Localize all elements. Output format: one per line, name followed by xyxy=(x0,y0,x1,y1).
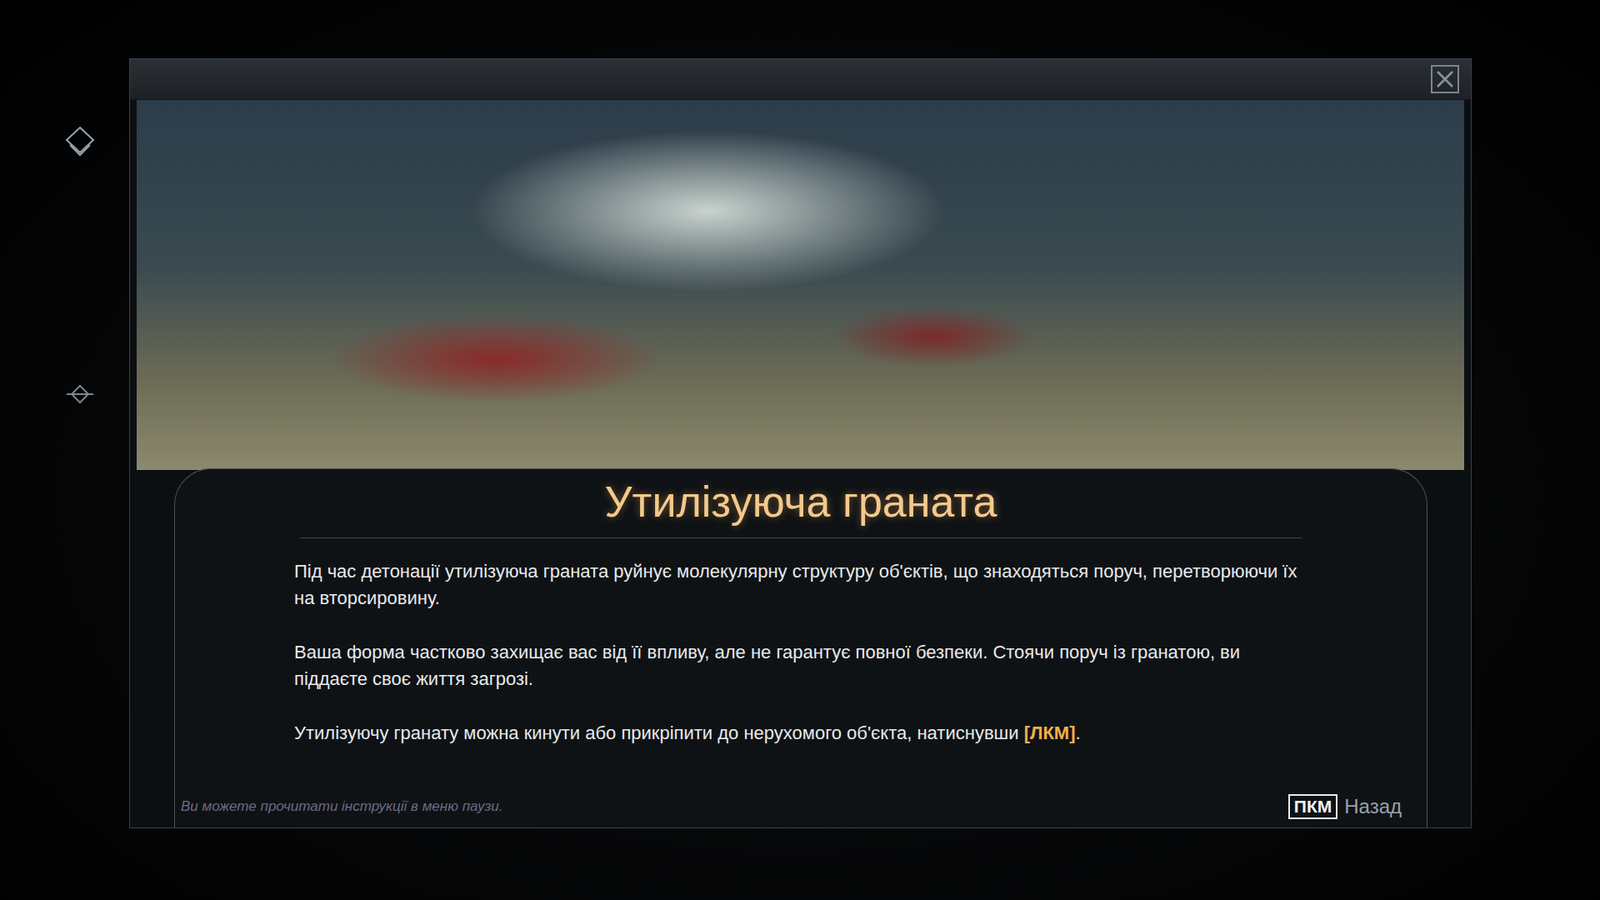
hud-objective-icon xyxy=(63,125,97,159)
paragraph: Утилізуючу гранату можна кинути або прик… xyxy=(294,720,1312,747)
pause-menu-hint: Ви можете прочитати інструкції в меню па… xyxy=(180,798,503,815)
key-hint: [ЛКМ] xyxy=(1024,722,1076,744)
paragraph: Ваша форма частково захищає вас від її в… xyxy=(294,639,1312,693)
key-badge: ПКМ xyxy=(1288,794,1338,820)
screen: Утилізуюча граната Під час детонації утил… xyxy=(0,0,1600,900)
text: Під час детонації утилізуюча граната руй… xyxy=(294,560,1297,609)
text: Ваша форма частково захищає вас від її в… xyxy=(294,641,1240,690)
dialog-title: Утилізуюча граната xyxy=(300,475,1302,539)
content-panel: Утилізуюча граната Під час детонації утил… xyxy=(174,468,1428,828)
dialog-footer: Ви можете прочитати інструкції в меню па… xyxy=(175,794,1427,820)
dialog-header xyxy=(130,59,1471,100)
hud-marker-icon xyxy=(63,379,97,413)
dialog-body: Під час детонації утилізуюча граната руй… xyxy=(175,538,1427,795)
text: Утилізуючу гранату можна кинути або прик… xyxy=(294,722,1025,744)
paragraph: Під час детонації утилізуюча граната руй… xyxy=(294,558,1312,612)
close-button[interactable] xyxy=(1430,65,1460,94)
tutorial-dialog: Утилізуюча граната Під час детонації утил… xyxy=(129,58,1472,829)
close-icon xyxy=(1435,69,1455,90)
back-button[interactable]: ПКМНазад xyxy=(1288,794,1402,820)
illustration xyxy=(136,100,1465,470)
back-label: Назад xyxy=(1344,795,1402,819)
text: . xyxy=(1075,722,1080,744)
